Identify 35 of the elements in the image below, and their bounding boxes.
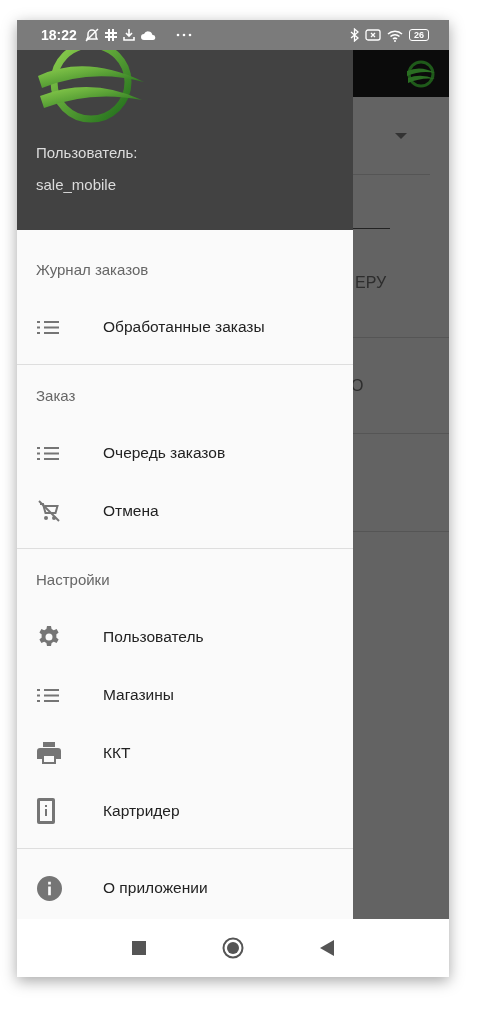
menu-item[interactable]: О приложении: [17, 859, 353, 917]
menu-item[interactable]: Обработанные заказы: [17, 298, 353, 356]
back-icon[interactable]: [320, 940, 334, 956]
dropdown-caret-icon: [395, 132, 407, 139]
card-reader-icon: [37, 798, 55, 824]
sim-icon: [365, 29, 381, 41]
cart-off-icon: [37, 499, 61, 523]
menu-item[interactable]: Отмена: [17, 482, 353, 540]
section-title: Журнал заказов: [35, 260, 150, 280]
settings-icon: [37, 625, 61, 649]
menu-item[interactable]: ККТ: [17, 724, 353, 782]
menu-item[interactable]: Пользователь: [17, 608, 353, 666]
list-icon: [37, 446, 59, 460]
section-title: Заказ: [35, 386, 77, 406]
download-icon: [122, 29, 135, 41]
user-name: sale_mobile: [36, 176, 118, 193]
status-time: 18:22: [41, 27, 77, 43]
bluetooth-icon: [350, 28, 359, 42]
menu-item[interactable]: Очередь заказов: [17, 424, 353, 482]
logo-icon: [36, 50, 146, 124]
cloud-icon: [140, 30, 156, 40]
user-label: Пользователь:: [36, 144, 139, 161]
more-icon: [175, 33, 192, 37]
wifi-icon: [387, 28, 403, 42]
menu-item[interactable]: Магазины: [17, 666, 353, 724]
battery-indicator: 26: [409, 29, 429, 41]
bell-off-icon: [84, 28, 99, 42]
section-title: Настройки: [35, 570, 111, 590]
printer-icon: [37, 742, 61, 764]
home-icon[interactable]: [222, 937, 244, 959]
info-icon: [37, 875, 62, 901]
menu-item[interactable]: Картридер: [17, 782, 353, 840]
hash-icon: [104, 29, 117, 41]
list-icon: [37, 688, 59, 702]
list-icon: [37, 320, 59, 334]
